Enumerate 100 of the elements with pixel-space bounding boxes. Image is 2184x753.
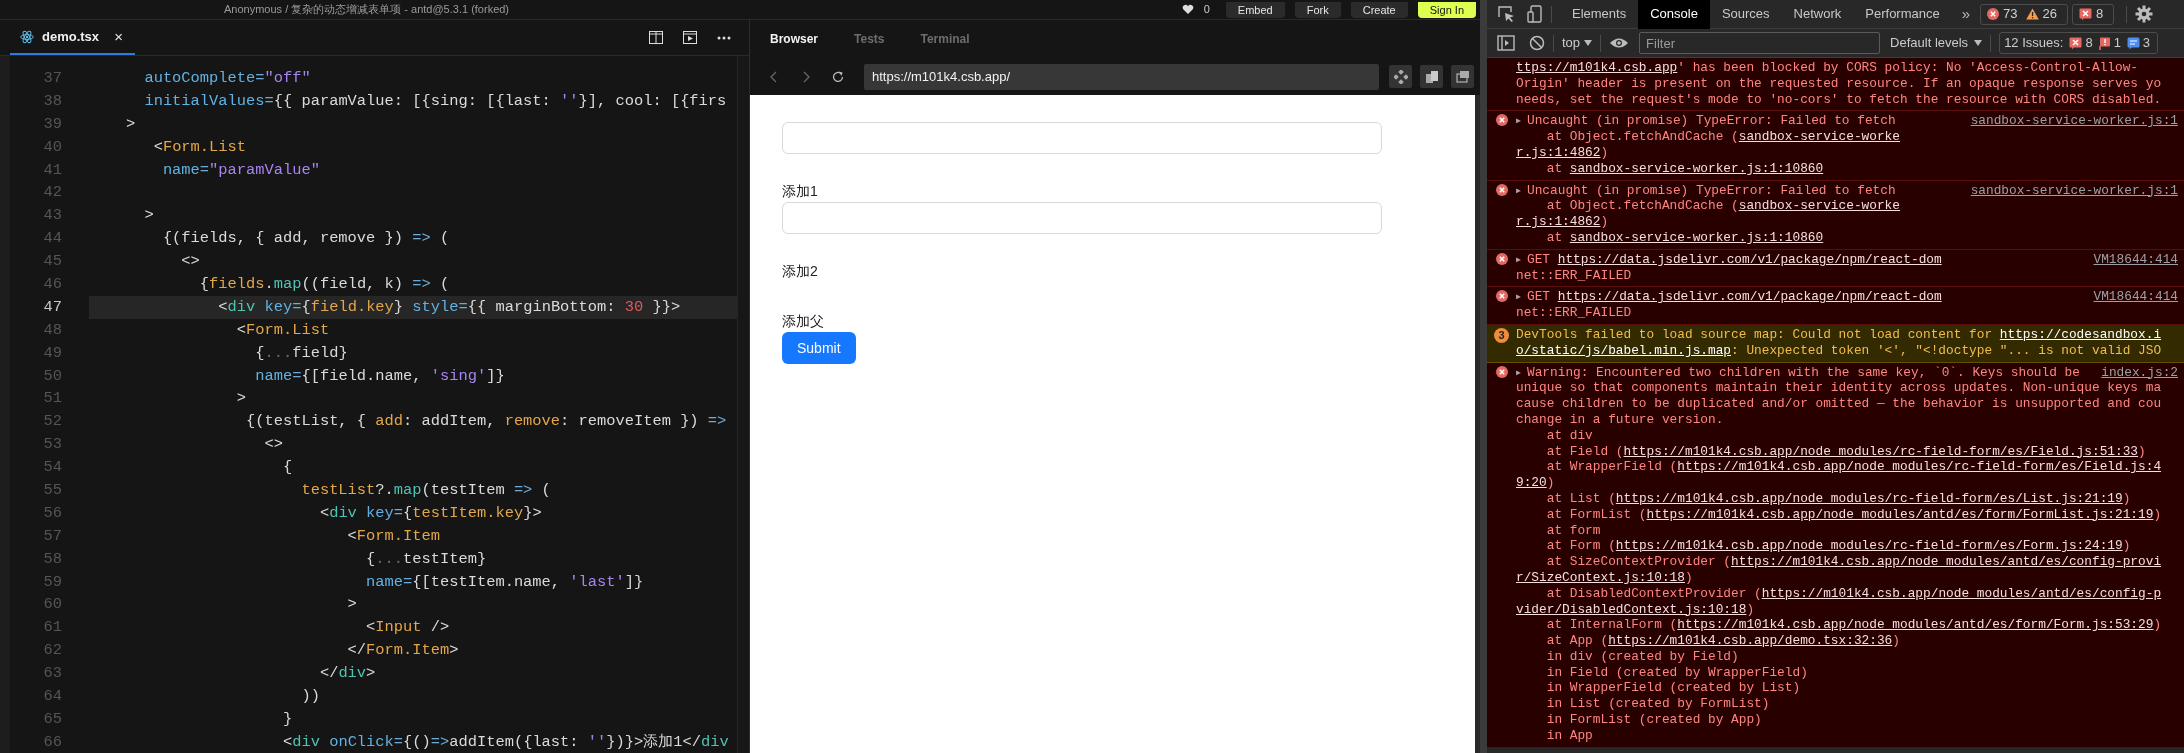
- link[interactable]: https://m101k4.csb.app/node_modules/rc-field-form/es/Form.js:24:19: [1615, 538, 2123, 555]
- clear-icon[interactable]: [1529, 35, 1545, 51]
- link[interactable]: ttps://m101k4.csb.app: [1516, 60, 1678, 76]
- line-number: 49: [42, 342, 62, 364]
- issue-counts[interactable]: 8: [2072, 3, 2115, 25]
- devtools-tab[interactable]: Elements: [1560, 0, 1639, 29]
- message-text: ): [2122, 490, 2131, 507]
- flag-icon: [2098, 36, 2111, 50]
- new-window-icon: [1455, 69, 1470, 84]
- split-view-icon[interactable]: [649, 31, 663, 44]
- line-number: 56: [42, 502, 62, 524]
- new-window-button[interactable]: [1451, 65, 1474, 88]
- file-tab[interactable]: demo.tsx ×: [10, 20, 135, 55]
- sidebar-icon[interactable]: [1497, 35, 1515, 51]
- filter-field[interactable]: Filter: [1639, 32, 1881, 54]
- link[interactable]: 9:20: [1516, 475, 1547, 491]
- warning-icon: [2025, 8, 2039, 20]
- link[interactable]: https://m101k4.csb.app/node_modules/rc-field-form/es/List.js:21:19: [1615, 490, 2123, 507]
- line-number: 62: [42, 640, 62, 662]
- line-number: 47: [42, 296, 62, 318]
- link[interactable]: sandbox-service-worker.js:1:10860: [1569, 160, 1824, 177]
- action-text[interactable]: 添加1: [782, 182, 818, 200]
- message-text: at: [1545, 229, 1564, 246]
- source-link[interactable]: sandbox-service-worker.js:1: [1970, 182, 2178, 199]
- message-text: needs, set the request's mode to 'no-cors' to fetch the resource with CORS disabled.: [1516, 91, 2162, 108]
- link[interactable]: https://m101k4.csb.app/node_modules/antd/es/form/Form.js:53:29: [1677, 617, 2154, 634]
- code-line: <>: [180, 251, 200, 273]
- resize-handle[interactable]: [1480, 0, 1487, 753]
- layout-icon: [1393, 69, 1408, 84]
- message-text: at div: [1545, 427, 1593, 444]
- issue-icon: [2079, 7, 2092, 21]
- text-input[interactable]: [782, 202, 1382, 234]
- devtools-tab[interactable]: Sources: [1709, 0, 1782, 29]
- devtools-tab[interactable]: Network: [1781, 0, 1854, 29]
- preview-icon[interactable]: [683, 31, 697, 44]
- link[interactable]: https://m101k4.csb.app/demo.tsx:32:36: [1608, 633, 1893, 649]
- link[interactable]: https://codesandbox.i: [1999, 326, 2162, 343]
- expand-arrow[interactable]: ▶: [1516, 364, 1527, 381]
- inspect-icon[interactable]: [1497, 5, 1515, 23]
- eye-icon[interactable]: [1609, 37, 1630, 49]
- device-icon[interactable]: [1527, 5, 1543, 23]
- link[interactable]: https://m101k4.csb.app/node_modules/rc-field-form/es/Field.js:51:33: [1623, 443, 2139, 460]
- link[interactable]: sandbox-service-worke: [1738, 129, 1900, 145]
- source-link[interactable]: VM18644:414: [2093, 251, 2178, 268]
- expand-arrow[interactable]: ▶: [1516, 113, 1527, 130]
- message-counts[interactable]: 73 26: [1980, 3, 2068, 25]
- action-text[interactable]: 添加2: [782, 262, 818, 280]
- source-link[interactable]: index.js:2: [2101, 364, 2178, 381]
- expand-arrow[interactable]: ▶: [1516, 251, 1527, 268]
- message-text: ): [1892, 633, 1900, 649]
- heart-icon[interactable]: [1181, 4, 1194, 15]
- header-button[interactable]: Embed: [1225, 1, 1285, 18]
- link[interactable]: r/SizeContext.js:10:18: [1516, 569, 1685, 586]
- source-link[interactable]: sandbox-service-worker.js:1: [1970, 113, 2178, 130]
- devtools-tab[interactable]: Performance: [1853, 0, 1952, 29]
- header-button[interactable]: Create: [1350, 1, 1408, 18]
- text-input[interactable]: [782, 122, 1382, 154]
- source-link[interactable]: VM18644:414: [2093, 289, 2178, 306]
- link[interactable]: https://data.jsdelivr.com/v1/package/npm/react-dom: [1557, 251, 1942, 268]
- message-text: ): [1600, 214, 1609, 230]
- link[interactable]: https://m101k4.csb.app/node_modules/antd/es/config-p: [1761, 585, 2162, 602]
- link[interactable]: https://m101k4.csb.app/node_modules/rc-field-form/es/Field.js:4: [1677, 459, 2162, 476]
- link[interactable]: r.js:1:4862: [1516, 145, 1601, 161]
- line-number: 40: [42, 136, 62, 158]
- more-icon[interactable]: [717, 35, 731, 40]
- address-field[interactable]: https://m101k4.csb.app/: [864, 63, 1379, 90]
- levels-dropdown[interactable]: Default levels: [1890, 33, 1983, 53]
- link[interactable]: sandbox-service-worke: [1738, 198, 1900, 215]
- expand-arrow[interactable]: ▶: [1516, 289, 1527, 306]
- more-tabs-button[interactable]: »: [1961, 2, 1971, 26]
- header-button[interactable]: Fork: [1294, 1, 1341, 18]
- link[interactable]: https://data.jsdelivr.com/v1/package/npm/react-dom: [1557, 289, 1942, 306]
- message-text: in WrapperField (created by List): [1545, 680, 1801, 697]
- action-text[interactable]: 添加父: [782, 312, 824, 330]
- code-line: }: [281, 708, 293, 730]
- close-button[interactable]: ×: [114, 29, 123, 44]
- panel-tab[interactable]: Terminal: [912, 30, 978, 48]
- link[interactable]: vider/DisabledContext.js:10:18: [1516, 601, 1747, 618]
- link[interactable]: https://m101k4.csb.app/node_modules/antd/es/form/FormList.js:21:19: [1646, 506, 2154, 523]
- link[interactable]: r.js:1:4862: [1516, 214, 1601, 230]
- link[interactable]: sandbox-service-worker.js:1:10860: [1569, 229, 1824, 246]
- line-number: 59: [42, 571, 62, 593]
- header-button[interactable]: Sign In: [1417, 1, 1476, 18]
- message-text: : Unexpected token '<', "<!doctype "... is not valid JSO: [1731, 342, 2162, 359]
- submit-button[interactable]: Submit: [782, 332, 856, 364]
- line-number: 48: [42, 319, 62, 341]
- count-badge: 3: [1494, 327, 1509, 343]
- panel-tab[interactable]: Browser: [762, 30, 827, 48]
- expand-arrow[interactable]: ▶: [1516, 182, 1527, 199]
- panel-tab[interactable]: Tests: [846, 30, 893, 48]
- layout-button[interactable]: [1389, 65, 1412, 88]
- message-text: in App: [1545, 727, 1593, 744]
- issues-button[interactable]: 12 Issues: 8 1 3: [1999, 32, 2159, 54]
- context-select[interactable]: top: [1562, 33, 1593, 53]
- link[interactable]: https://m101k4.csb.app/node_modules/antd/es/config-provi: [1731, 554, 2162, 570]
- devtools-tab[interactable]: Console: [1638, 0, 1710, 29]
- reload-icon[interactable]: [831, 69, 845, 84]
- link[interactable]: o/static/js/babel.min.js.map: [1516, 342, 1732, 359]
- settings-icon[interactable]: [2135, 5, 2154, 23]
- copy-button[interactable]: [1420, 65, 1443, 88]
